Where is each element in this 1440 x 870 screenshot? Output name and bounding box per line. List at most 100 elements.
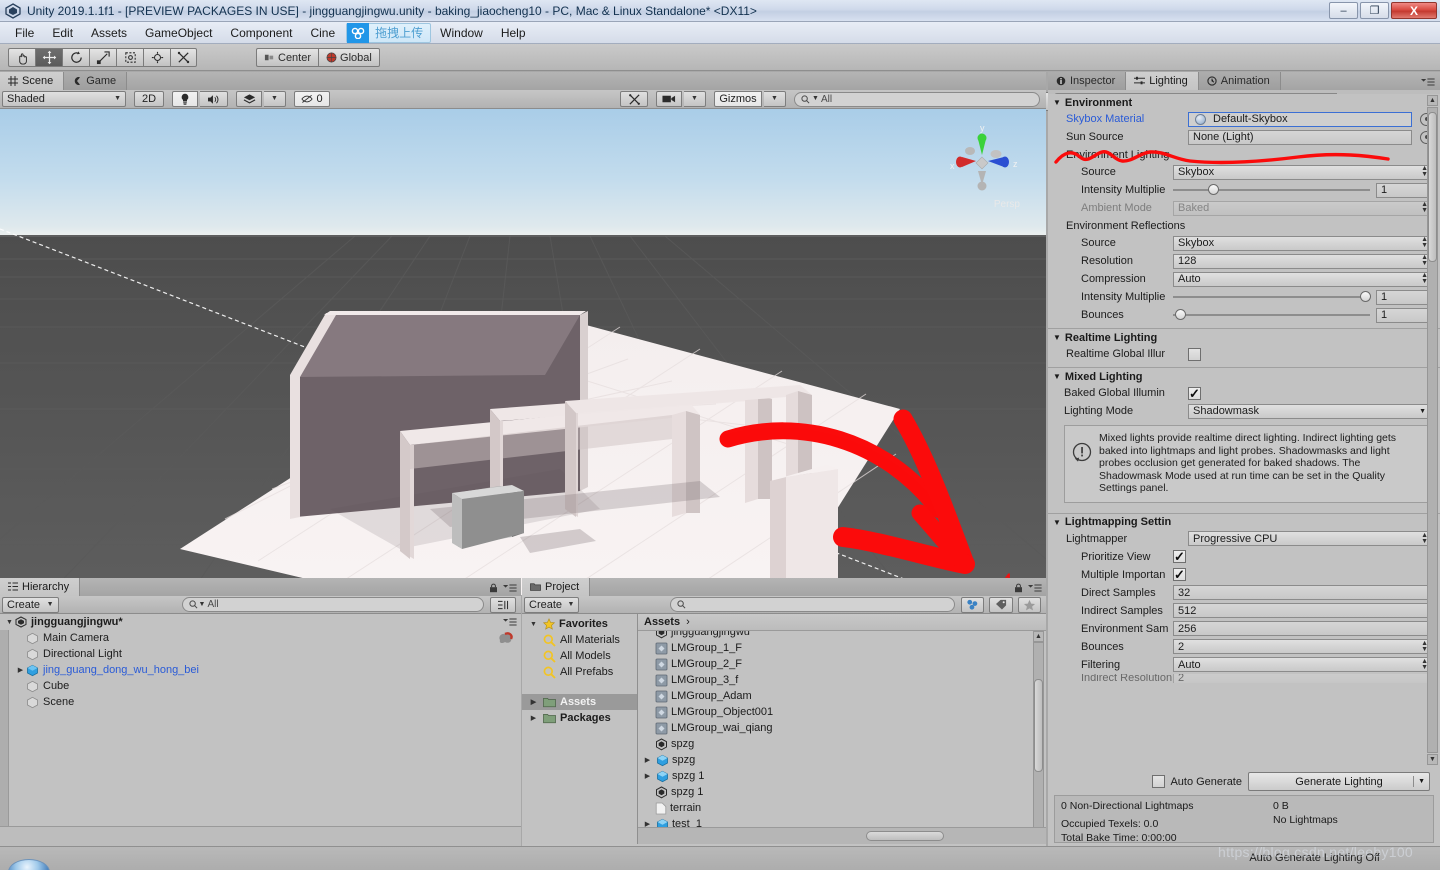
resolution-dropdown[interactable]: 128 ▲ ▼	[1173, 253, 1432, 269]
sun-source-field[interactable]: None (Light)	[1188, 129, 1412, 145]
assets-scroll-up-arrow[interactable]: ▲	[1033, 631, 1044, 642]
space-toggle-button[interactable]: Global	[318, 48, 380, 67]
menu-assets[interactable]: Assets	[82, 24, 136, 42]
scene-viewport[interactable]: x z y Persp 4. 关注微信公众号： V2_zxw	[0, 109, 1046, 595]
lm-bounces-dropdown[interactable]: 2 ▲ ▼	[1173, 639, 1432, 654]
hierarchy-tree[interactable]: ▼ jingguangjingwu* Main Camera Direction…	[0, 614, 521, 844]
scene-search-input[interactable]: ▼ All	[794, 91, 1040, 107]
lightmapper-dropdown[interactable]: Progressive CPU ▲ ▼	[1188, 531, 1432, 546]
tab-game[interactable]: Game	[64, 72, 128, 90]
collapse-triangle-icon[interactable]: ▼	[1053, 518, 1061, 527]
project-search-input[interactable]	[670, 597, 956, 612]
skybox-material-label[interactable]: Skybox Material	[1066, 113, 1188, 125]
hierarchy-item-directional-light[interactable]: Directional Light	[0, 646, 521, 662]
scene-hidden-objects-toggle[interactable]: 0	[294, 91, 330, 107]
tab-hierarchy[interactable]: Hierarchy	[0, 578, 81, 596]
collapse-triangle-icon[interactable]: ▼	[1053, 333, 1061, 342]
project-favorite-all-materials[interactable]: All Materials	[522, 632, 637, 648]
lighting-scroll-up-arrow[interactable]: ▲	[1427, 95, 1438, 106]
baked-gi-checkbox[interactable]: ✓	[1188, 386, 1201, 400]
move-tool-button[interactable]	[35, 48, 62, 67]
assets-scrollbar-thumb[interactable]	[1034, 679, 1043, 772]
menu-gameobject[interactable]: GameObject	[136, 24, 221, 42]
asset-row[interactable]: jingguangjingwu	[638, 631, 1046, 640]
project-assets-list[interactable]: Assets › jingguangjingwu LMGroup_1_F LMG…	[638, 614, 1046, 844]
scene-lighting-toggle[interactable]	[172, 91, 198, 107]
project-filter-label-button[interactable]	[989, 596, 1013, 613]
scene-camera-button[interactable]	[656, 91, 682, 107]
project-sidebar[interactable]: ▼ Favorites All Materials All Models All…	[522, 614, 638, 844]
tab-inspector[interactable]: Inspector	[1048, 72, 1127, 90]
multiple-importance-checkbox[interactable]: ✓	[1173, 568, 1186, 581]
menu-window[interactable]: Window	[431, 24, 492, 42]
asset-row[interactable]: LMGroup_1_F	[638, 640, 1046, 656]
refl-intensity-value[interactable]: 1	[1376, 289, 1432, 305]
scene-camera-dropdown[interactable]: ▼	[684, 91, 706, 107]
expand-triangle-icon[interactable]: ▶	[642, 772, 653, 780]
refl-source-dropdown[interactable]: Skybox ▲ ▼	[1173, 235, 1432, 251]
auto-generate-checkbox[interactable]	[1152, 775, 1166, 788]
minimize-button[interactable]: –	[1329, 2, 1358, 19]
menu-help[interactable]: Help	[492, 24, 535, 42]
indirect-resolution-field[interactable]: 2	[1173, 673, 1432, 683]
asset-row[interactable]: LMGroup_Object001	[638, 704, 1046, 720]
section-environment-header[interactable]: ▼ Environment	[1048, 94, 1440, 110]
lighting-scroll-down-arrow[interactable]: ▼	[1427, 754, 1438, 765]
env-intensity-slider[interactable]	[1173, 184, 1376, 195]
tab-animation[interactable]: Animation	[1198, 72, 1281, 90]
project-folder-packages[interactable]: ▶ Packages	[522, 710, 637, 726]
windows-start-orb[interactable]	[8, 859, 50, 870]
2d-toggle-button[interactable]: 2D	[134, 91, 164, 107]
panel-menu-icon[interactable]	[1421, 77, 1435, 87]
section-realtime-header[interactable]: ▼ Realtime Lighting	[1048, 329, 1440, 345]
pivot-toggle-button[interactable]: Center	[256, 48, 319, 67]
asset-row[interactable]: terrain	[638, 800, 1046, 816]
hierarchy-item-cube[interactable]: Cube	[0, 678, 521, 694]
custom-tool-button[interactable]	[170, 48, 197, 67]
expand-triangle-icon[interactable]: ▼	[528, 621, 539, 628]
assets-hscroll-track[interactable]	[638, 827, 1046, 844]
skybox-material-field[interactable]: Default-Skybox	[1188, 111, 1412, 127]
menu-cinemachine[interactable]: Cine	[301, 24, 344, 42]
transform-tool-button[interactable]	[143, 48, 170, 67]
compression-dropdown[interactable]: Auto ▲ ▼	[1173, 271, 1432, 287]
asset-row[interactable]: ▶ spzg	[638, 752, 1046, 768]
asset-row[interactable]: spzg 1	[638, 784, 1046, 800]
menu-file[interactable]: File	[6, 24, 43, 42]
refl-bounces-slider[interactable]	[1173, 309, 1376, 320]
hierarchy-item-jing-guang-dong-wu-hong-bei[interactable]: ▶ jing_guang_dong_wu_hong_bei	[0, 662, 521, 678]
expand-triangle-icon[interactable]: ▶	[15, 666, 26, 674]
project-favorite-button[interactable]	[1017, 596, 1041, 613]
env-source-dropdown[interactable]: Skybox ▲ ▼	[1173, 164, 1432, 180]
expand-triangle-icon[interactable]: ▶	[642, 756, 653, 764]
project-favorites-header[interactable]: ▼ Favorites	[522, 616, 637, 632]
hierarchy-search-input[interactable]: ▼ All	[181, 597, 485, 612]
close-button[interactable]: X	[1391, 2, 1437, 19]
hierarchy-scene-root[interactable]: ▼ jingguangjingwu*	[0, 614, 521, 630]
environment-samples-field[interactable]: 256	[1173, 621, 1432, 636]
direct-samples-field[interactable]: 32	[1173, 585, 1432, 600]
env-intensity-value[interactable]: 1	[1376, 182, 1432, 198]
expand-triangle-icon[interactable]: ▶	[528, 714, 539, 722]
auto-generate-group[interactable]: Auto Generate	[1152, 775, 1242, 788]
menu-edit[interactable]: Edit	[43, 24, 82, 42]
draw-mode-dropdown[interactable]: Shaded ▼	[2, 91, 126, 107]
lighting-mode-dropdown[interactable]: Shadowmask ▼	[1188, 403, 1430, 419]
slider-track[interactable]	[1173, 291, 1372, 302]
refl-intensity-slider[interactable]	[1173, 291, 1376, 302]
asset-row[interactable]: LMGroup_3_f	[638, 672, 1046, 688]
hierarchy-scene-menu-icon[interactable]	[503, 617, 517, 627]
hierarchy-menu-icon[interactable]	[503, 583, 517, 593]
asset-row[interactable]: ▶ spzg 1	[638, 768, 1046, 784]
indirect-samples-field[interactable]: 512	[1173, 603, 1432, 618]
slider-knob[interactable]	[1174, 309, 1186, 320]
project-create-button[interactable]: Create ▼	[524, 596, 580, 613]
upload-plugin-button[interactable]: 拖拽上传	[346, 22, 432, 43]
gizmos-toggle[interactable]: Gizmos	[714, 91, 762, 107]
scene-view-gizmo[interactable]: x z y	[934, 117, 1030, 203]
hand-tool-button[interactable]	[8, 48, 35, 67]
scene-tools-button[interactable]	[620, 91, 648, 107]
asset-row[interactable]: LMGroup_Adam	[638, 688, 1046, 704]
realtime-gi-checkbox[interactable]	[1188, 347, 1201, 361]
tab-project[interactable]: Project	[522, 578, 591, 596]
